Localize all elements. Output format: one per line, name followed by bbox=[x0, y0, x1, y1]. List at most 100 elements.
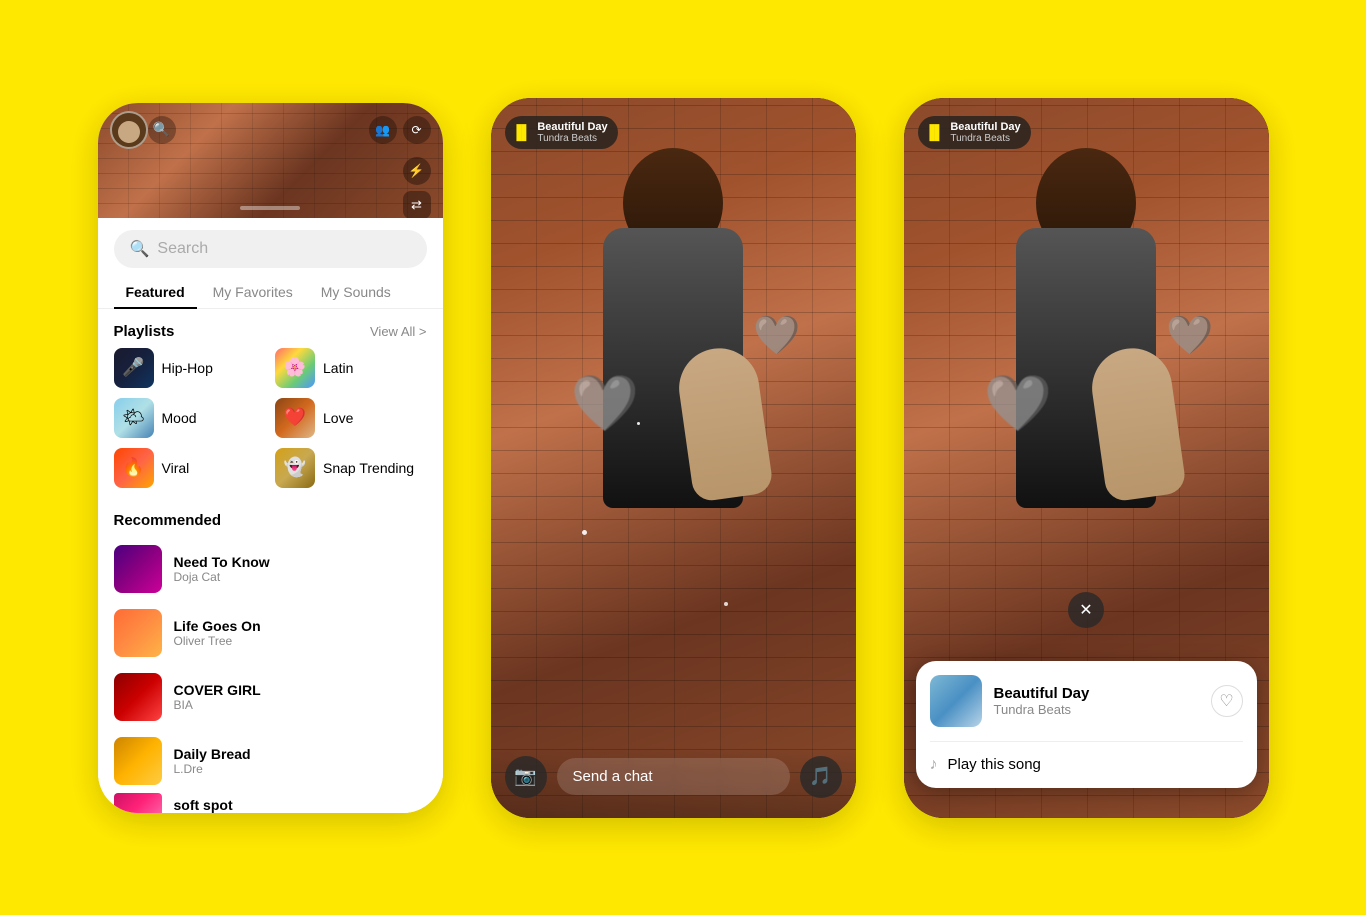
search-bar[interactable]: 🔍 Search bbox=[114, 230, 427, 268]
playlist-thumb-latin: 🌸 bbox=[275, 348, 315, 388]
rec-thumb-need-to-know bbox=[114, 545, 162, 593]
ar-heart-right-3: 🩶 bbox=[1166, 314, 1213, 358]
close-song-card-button[interactable]: ✕ bbox=[1068, 592, 1104, 628]
playlist-name-latin: Latin bbox=[323, 360, 353, 376]
playlist-thumb-love: ❤️ bbox=[275, 398, 315, 438]
search-bar-wrap: 🔍 Search bbox=[98, 218, 443, 276]
song-card: Beautiful Day Tundra Beats ♡ ♪ Play this… bbox=[916, 661, 1257, 788]
phone-song-card: 🩶 🩶 ▐▌ Beautiful Day Tundra Beats ✕ Beau… bbox=[904, 98, 1269, 818]
play-this-song-button[interactable]: Play this song bbox=[948, 756, 1041, 773]
playlists-title: Playlists bbox=[114, 323, 175, 340]
playlist-latin[interactable]: 🌸 Latin bbox=[275, 348, 427, 388]
camera-button-2[interactable]: 📷 bbox=[505, 756, 547, 798]
music-badge-2[interactable]: ▐▌ Beautiful Day Tundra Beats bbox=[505, 116, 618, 149]
song-artist: Tundra Beats bbox=[994, 702, 1199, 717]
phone-music-panel: 🔍 👥 ⟳ ⚡ ⇄ 🔍 Search bbox=[98, 103, 443, 813]
playlist-love[interactable]: ❤️ Love bbox=[275, 398, 427, 438]
tab-my-favorites[interactable]: My Favorites bbox=[201, 276, 305, 308]
rec-item-daily-bread[interactable]: Daily Bread L.Dre bbox=[98, 729, 443, 793]
rec-item-need-to-know[interactable]: Need To Know Doja Cat bbox=[98, 537, 443, 601]
flip-icon[interactable]: ⇄ bbox=[403, 191, 431, 218]
badge-song-artist-3: Tundra Beats bbox=[950, 133, 1020, 144]
rec-thumb-cover-girl bbox=[114, 673, 162, 721]
rec-item-life-goes-on[interactable]: Life Goes On Oliver Tree bbox=[98, 601, 443, 665]
badge-texts-3: Beautiful Day Tundra Beats bbox=[950, 121, 1020, 144]
badge-song-artist-2: Tundra Beats bbox=[537, 133, 607, 144]
drag-handle bbox=[240, 206, 300, 210]
camera-preview-header: 🔍 👥 ⟳ ⚡ ⇄ bbox=[98, 103, 443, 218]
song-info: Beautiful Day Tundra Beats bbox=[994, 685, 1199, 717]
playlist-thumb-hip-hop: 🎤 bbox=[114, 348, 154, 388]
rec-info-need-to-know: Need To Know Doja Cat bbox=[174, 554, 427, 584]
playlists-header: Playlists View All > bbox=[98, 309, 443, 348]
music-panel: 🔍 Search Featured My Favorites My Sounds… bbox=[98, 218, 443, 813]
tabs-row: Featured My Favorites My Sounds bbox=[98, 276, 443, 309]
playlist-name-hip-hop: Hip-Hop bbox=[162, 360, 213, 376]
rec-thumb-life-goes-on bbox=[114, 609, 162, 657]
playlist-snap-trending[interactable]: 👻 Snap Trending bbox=[275, 448, 427, 488]
rec-artist-cover-girl: BIA bbox=[174, 698, 427, 712]
music-wave-icon-2: ▐▌ bbox=[512, 124, 532, 140]
send-chat-input[interactable]: Send a chat bbox=[557, 758, 790, 795]
rec-info-life-goes-on: Life Goes On Oliver Tree bbox=[174, 618, 427, 648]
playlist-mood[interactable]: 🌤 Mood bbox=[114, 398, 266, 438]
tab-featured[interactable]: Featured bbox=[114, 276, 197, 308]
favorite-button[interactable]: ♡ bbox=[1211, 685, 1243, 717]
playlist-name-viral: Viral bbox=[162, 460, 190, 476]
sparkle-3 bbox=[637, 422, 640, 425]
top-bar: 🔍 👥 ⟳ bbox=[98, 111, 443, 149]
playlist-name-love: Love bbox=[323, 410, 353, 426]
top-right-icons: 👥 ⟳ bbox=[369, 116, 431, 144]
music-badge-3[interactable]: ▐▌ Beautiful Day Tundra Beats bbox=[918, 116, 1031, 149]
song-title: Beautiful Day bbox=[994, 685, 1199, 702]
song-card-top: Beautiful Day Tundra Beats ♡ bbox=[930, 675, 1243, 727]
rec-thumb-soft-spot bbox=[114, 793, 162, 813]
playlist-viral[interactable]: 🔥 Viral bbox=[114, 448, 266, 488]
rec-artist-life-goes-on: Oliver Tree bbox=[174, 634, 427, 648]
rec-artist-daily-bread: L.Dre bbox=[174, 762, 427, 776]
playlist-name-snap-trending: Snap Trending bbox=[323, 460, 414, 476]
bottom-bar-2: 📷 Send a chat 🎵 bbox=[491, 746, 856, 818]
badge-song-title-3: Beautiful Day bbox=[950, 121, 1020, 133]
camera-bg-2: 🩶 🩶 ▐▌ Beautiful Day Tundra Beats 📷 Send… bbox=[491, 98, 856, 818]
recommended-title: Recommended bbox=[114, 512, 222, 529]
rec-title-life-goes-on: Life Goes On bbox=[174, 618, 427, 634]
badge-song-title-2: Beautiful Day bbox=[537, 121, 607, 133]
rec-title-cover-girl: COVER GIRL bbox=[174, 682, 427, 698]
tab-my-sounds[interactable]: My Sounds bbox=[309, 276, 403, 308]
playlist-thumb-viral: 🔥 bbox=[114, 448, 154, 488]
search-icon: 🔍 bbox=[130, 239, 150, 259]
rec-info-cover-girl: COVER GIRL BIA bbox=[174, 682, 427, 712]
lightning-icon[interactable]: ⚡ bbox=[403, 157, 431, 185]
playlist-thumb-mood: 🌤 bbox=[114, 398, 154, 438]
ar-heart-left: 🩶 bbox=[571, 371, 639, 436]
sparkle-1 bbox=[582, 530, 587, 535]
search-input[interactable]: Search bbox=[157, 240, 208, 258]
music-wave-icon-3: ▐▌ bbox=[925, 124, 945, 140]
playlists-grid: 🎤 Hip-Hop 🌸 Latin 🌤 Mood bbox=[98, 348, 443, 498]
music-button-2[interactable]: 🎵 bbox=[800, 756, 842, 798]
sparkle-2 bbox=[724, 602, 728, 606]
playlist-hip-hop[interactable]: 🎤 Hip-Hop bbox=[114, 348, 266, 388]
album-art bbox=[930, 675, 982, 727]
avatar[interactable] bbox=[110, 111, 148, 149]
add-friend-icon[interactable]: 👥 bbox=[369, 116, 397, 144]
badge-texts-2: Beautiful Day Tundra Beats bbox=[537, 121, 607, 144]
camera-bg-3: 🩶 🩶 ▐▌ Beautiful Day Tundra Beats ✕ Beau… bbox=[904, 98, 1269, 818]
playlist-thumb-snap-trending: 👻 bbox=[275, 448, 315, 488]
recommended-list: Need To Know Doja Cat Life Goes On Olive… bbox=[98, 537, 443, 813]
rec-info-daily-bread: Daily Bread L.Dre bbox=[174, 746, 427, 776]
rec-thumb-daily-bread bbox=[114, 737, 162, 785]
phone-camera-ar: 🩶 🩶 ▐▌ Beautiful Day Tundra Beats 📷 Send… bbox=[491, 98, 856, 818]
rotate-camera-icon[interactable]: ⟳ bbox=[403, 116, 431, 144]
playlist-name-mood: Mood bbox=[162, 410, 197, 426]
view-all-button[interactable]: View All > bbox=[370, 324, 427, 339]
song-card-divider bbox=[930, 741, 1243, 742]
rec-item-cover-girl[interactable]: COVER GIRL BIA bbox=[98, 665, 443, 729]
music-note-icon: ♪ bbox=[930, 756, 938, 774]
ar-heart-right: 🩶 bbox=[753, 314, 800, 358]
search-icon-top[interactable]: 🔍 bbox=[148, 116, 176, 144]
rec-item-soft-spot-partial: soft spot bbox=[98, 793, 443, 813]
rec-title-need-to-know: Need To Know bbox=[174, 554, 427, 570]
play-row: ♪ Play this song bbox=[930, 756, 1243, 774]
